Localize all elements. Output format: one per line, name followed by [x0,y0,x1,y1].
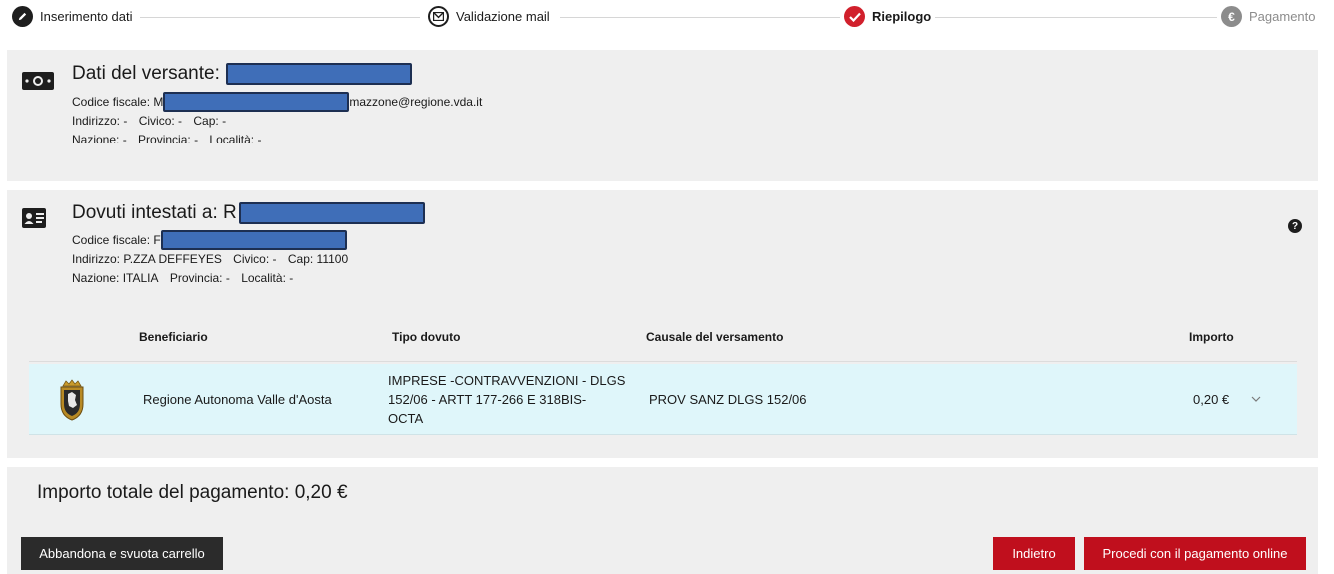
tipo-dovuto-line: OCTA [388,411,424,426]
nazione-text: Nazione: ITALIA [72,271,159,285]
table-row[interactable]: Regione Autonoma Valle d'Aosta IMPRESE -… [29,364,1297,435]
money-bill-icon [21,70,55,94]
id-card-icon [21,207,55,231]
versante-panel: Dati del versante: Codice fiscale: M maz… [7,50,1318,181]
stepper-line [560,17,840,18]
localita-text: Località: - [209,133,262,143]
stepper-line [140,17,420,18]
codice-fiscale-label: Codice fiscale: M [72,94,164,109]
column-header-importo: Importo [1189,330,1234,344]
pencil-icon [12,6,33,27]
importo-cell: 0,20 € [1193,392,1230,407]
stepper-line [935,17,1220,18]
chevron-down-icon[interactable] [1251,394,1261,406]
indirizzo-text: Indirizzo: P.ZZA DEFFEYES [72,252,222,266]
redaction-box [225,63,412,85]
provincia-text: Provincia: - [138,133,199,143]
redaction-box [160,230,347,250]
civico-text: Civico: - [138,114,183,128]
step-riepilogo: Riepilogo [840,6,936,27]
dovuti-title-text: Dovuti intestati a: R [72,202,237,223]
step-label: Riepilogo [872,9,932,24]
tipo-dovuto-line: IMPRESE -CONTRAVVENZIONI - DLGS [388,373,626,388]
tipo-dovuto-line: 152/06 - ARTT 177-266 E 318BIS- [388,392,587,407]
redaction-box [163,92,350,112]
dovuti-info: Codice fiscale: F Indirizzo: P.ZZA DEFFE… [72,230,356,288]
localita-text: Località: - [241,271,294,285]
coat-of-arms-icon [57,378,87,422]
provincia-text: Provincia: - [169,271,230,285]
redaction-box [238,202,425,224]
versante-info: Codice fiscale: M mazzone@regione.vda.it… [72,92,490,143]
civico-text: Civico: - [233,252,277,266]
versante-title-text: Dati del versante: [72,63,220,84]
step-pagamento: € Pagamento [1217,6,1320,27]
progress-stepper: Inserimento dati Validazione mail Riepil… [0,0,1334,34]
indirizzo-text: Indirizzo: - [72,114,128,128]
column-header-tipo-dovuto: Tipo dovuto [392,330,461,344]
cap-text: Cap: - [193,114,227,128]
step-validazione-mail: Validazione mail [424,6,554,27]
tipo-dovuto-cell: IMPRESE -CONTRAVVENZIONI - DLGS 152/06 -… [388,371,625,428]
table-header: Beneficiario Tipo dovuto Causale del ver… [29,330,1297,362]
email-text: mazzone@regione.vda.it [349,94,483,109]
envelope-icon [428,6,449,27]
step-inserimento-dati: Inserimento dati [8,6,137,27]
column-header-beneficiario: Beneficiario [139,330,208,344]
column-header-causale: Causale del versamento [646,330,784,344]
dovuti-panel: Dovuti intestati a: R ? Codice fiscale: … [7,190,1318,458]
beneficiario-cell: Regione Autonoma Valle d'Aosta [143,392,332,407]
procedi-pagamento-button[interactable]: Procedi con il pagamento online [1084,537,1306,570]
nazione-text: Nazione: - [72,133,127,143]
dovuti-title: Dovuti intestati a: R [72,202,425,224]
totale-panel: Importo totale del pagamento: 0,20 € Abb… [7,467,1318,574]
step-label: Validazione mail [456,9,550,24]
step-label: Pagamento [1249,9,1316,24]
codice-fiscale-label: Codice fiscale: F [72,232,161,247]
check-icon [844,6,865,27]
versante-title: Dati del versante: [72,63,412,85]
cap-text: Cap: 11100 [287,252,349,266]
abbandona-button[interactable]: Abbandona e svuota carrello [21,537,223,570]
step-label: Inserimento dati [40,9,133,24]
help-icon[interactable]: ? [1288,219,1302,233]
causale-cell: PROV SANZ DLGS 152/06 [649,392,807,407]
indietro-button[interactable]: Indietro [993,537,1075,570]
euro-icon: € [1221,6,1242,27]
importo-totale: Importo totale del pagamento: 0,20 € [37,482,348,503]
